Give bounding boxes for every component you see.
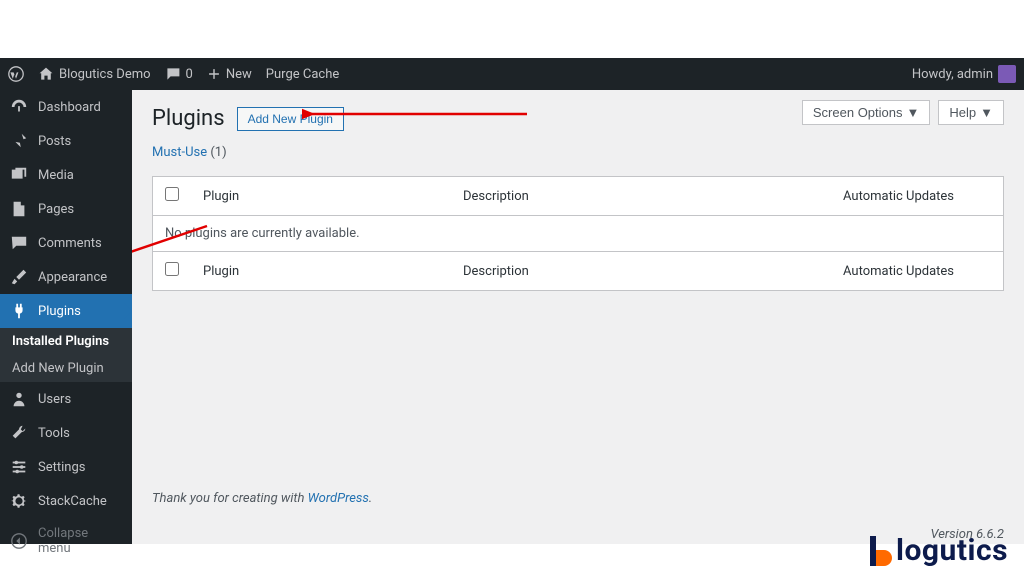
home-icon — [38, 66, 54, 82]
screen-options-button[interactable]: Screen Options ▼ — [802, 100, 930, 125]
comment-bubble-icon — [165, 66, 181, 82]
comment-icon — [10, 234, 28, 252]
admin-sidebar: Dashboard Posts Media Pages Comments App… — [0, 90, 132, 544]
comment-count: 0 — [186, 67, 193, 82]
users-icon — [10, 390, 28, 408]
submenu-installed-plugins[interactable]: Installed Plugins — [0, 328, 132, 355]
collapse-icon — [10, 532, 28, 550]
page-icon — [10, 200, 28, 218]
sidebar-item-dashboard[interactable]: Dashboard — [0, 90, 132, 124]
sidebar-item-label: Appearance — [38, 270, 107, 285]
tools-icon — [10, 424, 28, 442]
brush-icon — [10, 268, 28, 286]
table-header-row: Plugin Description Automatic Updates — [153, 177, 1004, 216]
filter-label: Must-Use — [152, 145, 207, 160]
collapse-menu[interactable]: Collapse menu — [0, 518, 132, 564]
submenu-label: Add New Plugin — [12, 361, 104, 376]
sidebar-item-users[interactable]: Users — [0, 382, 132, 416]
submenu-label: Installed Plugins — [12, 334, 109, 349]
sidebar-item-label: StackCache — [38, 494, 107, 509]
howdy-text: Howdy, admin — [912, 67, 993, 82]
chevron-down-icon: ▼ — [980, 105, 993, 120]
gear-icon — [10, 492, 28, 510]
add-new-plugin-button[interactable]: Add New Plugin — [237, 107, 344, 131]
col-plugin[interactable]: Plugin — [191, 252, 451, 291]
sidebar-item-label: Users — [38, 392, 71, 407]
sidebar-item-label: Comments — [38, 236, 102, 251]
logo-text: logutics — [896, 533, 1008, 568]
filter-links: Must-Use (1) — [152, 145, 1004, 160]
blank-top — [0, 0, 1024, 58]
sidebar-item-label: Settings — [38, 460, 85, 475]
help-button[interactable]: Help ▼ — [938, 100, 1004, 125]
footer-text: Thank you for creating with — [152, 491, 308, 506]
submenu-add-new[interactable]: Add New Plugin — [0, 355, 132, 382]
admin-bar: Blogutics Demo 0 New Purge Cache Howdy, … — [0, 58, 1024, 90]
media-icon — [10, 166, 28, 184]
plugins-submenu: Installed Plugins Add New Plugin — [0, 328, 132, 382]
sidebar-item-plugins[interactable]: Plugins — [0, 294, 132, 328]
footer-thank-you: Thank you for creating with WordPress. — [152, 491, 1004, 506]
plugins-table: Plugin Description Automatic Updates No … — [152, 176, 1004, 291]
comments-link[interactable]: 0 — [165, 66, 193, 82]
avatar — [998, 65, 1016, 83]
site-home-link[interactable]: Blogutics Demo — [38, 66, 151, 82]
plug-icon — [10, 302, 28, 320]
sidebar-item-label: Tools — [38, 426, 70, 441]
sidebar-item-media[interactable]: Media — [0, 158, 132, 192]
col-updates[interactable]: Automatic Updates — [831, 252, 1004, 291]
settings-icon — [10, 458, 28, 476]
sidebar-item-label: Media — [38, 168, 74, 183]
site-name: Blogutics Demo — [59, 67, 151, 82]
filter-must-use[interactable]: Must-Use — [152, 145, 207, 160]
sidebar-item-posts[interactable]: Posts — [0, 124, 132, 158]
no-items-text: No plugins are currently available. — [153, 216, 1004, 252]
table-footer-row: Plugin Description Automatic Updates — [153, 252, 1004, 291]
plus-icon — [207, 67, 221, 81]
howdy-link[interactable]: Howdy, admin — [912, 65, 1016, 83]
sidebar-item-label: Posts — [38, 134, 71, 149]
new-content-link[interactable]: New — [207, 67, 252, 82]
logo-b-mark — [870, 536, 894, 566]
select-all-top[interactable] — [165, 187, 179, 201]
wordpress-link[interactable]: WordPress — [308, 491, 369, 506]
dashboard-icon — [10, 98, 28, 116]
chevron-down-icon: ▼ — [907, 105, 920, 120]
content-area: Screen Options ▼ Help ▼ Plugins Add New … — [132, 90, 1024, 544]
sidebar-item-settings[interactable]: Settings — [0, 450, 132, 484]
sidebar-item-stackcache[interactable]: StackCache — [0, 484, 132, 518]
sidebar-item-comments[interactable]: Comments — [0, 226, 132, 260]
select-all-bottom[interactable] — [165, 262, 179, 276]
page-title: Plugins — [152, 106, 225, 131]
help-label: Help — [949, 105, 976, 120]
filter-count: (1) — [210, 145, 226, 160]
screen-options-label: Screen Options — [813, 105, 903, 120]
wp-logo[interactable] — [8, 66, 24, 82]
pin-icon — [10, 132, 28, 150]
purge-cache-link[interactable]: Purge Cache — [266, 67, 339, 82]
sidebar-item-tools[interactable]: Tools — [0, 416, 132, 450]
new-label: New — [226, 67, 252, 82]
sidebar-item-label: Plugins — [38, 304, 81, 319]
col-updates[interactable]: Automatic Updates — [831, 177, 1004, 216]
no-items-row: No plugins are currently available. — [153, 216, 1004, 252]
blogutics-logo: logutics — [870, 533, 1008, 568]
sidebar-item-appearance[interactable]: Appearance — [0, 260, 132, 294]
sidebar-item-label: Collapse menu — [38, 526, 122, 556]
purge-label: Purge Cache — [266, 67, 339, 82]
col-description[interactable]: Description — [451, 252, 831, 291]
sidebar-item-label: Dashboard — [38, 100, 101, 115]
col-description[interactable]: Description — [451, 177, 831, 216]
wordpress-icon — [8, 66, 24, 82]
col-plugin[interactable]: Plugin — [191, 177, 451, 216]
sidebar-item-pages[interactable]: Pages — [0, 192, 132, 226]
sidebar-item-label: Pages — [38, 202, 74, 217]
